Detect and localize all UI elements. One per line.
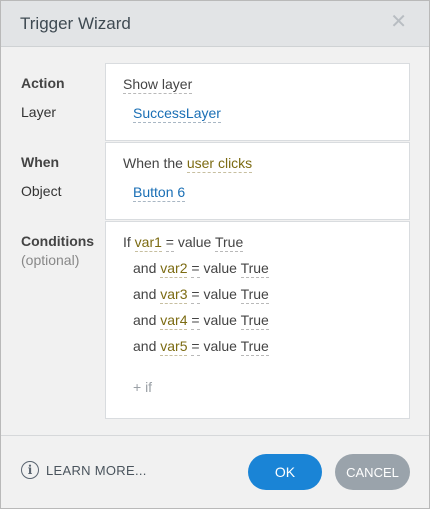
condition-row: and var3 = value True [133, 286, 269, 304]
conditions-label: Conditions [21, 233, 95, 249]
layer-select[interactable]: SuccessLayer [133, 105, 221, 123]
info-icon: i [21, 461, 39, 479]
condition-connector: and [133, 312, 157, 328]
cancel-button[interactable]: CANCEL [335, 454, 410, 490]
condition-value-keyword: value [203, 338, 237, 354]
condition-value-keyword: value [177, 234, 212, 250]
condition-operator[interactable]: = [165, 234, 174, 252]
condition-connector: and [133, 286, 157, 302]
condition-value-keyword: value [203, 312, 237, 328]
add-condition-button[interactable]: + if [133, 379, 152, 395]
conditions-box: If var1 = value True and var2 = value Tr… [105, 221, 410, 419]
action-label: Action [21, 75, 65, 91]
condition-connector: and [133, 260, 157, 276]
condition-connector: If [123, 234, 131, 250]
object-label: Object [21, 183, 62, 199]
action-select[interactable]: Show layer [123, 76, 193, 94]
action-box: Show layer SuccessLayer [105, 63, 410, 141]
condition-operator[interactable]: = [191, 338, 200, 356]
title-bar: Trigger Wizard ✕ [1, 1, 429, 47]
condition-variable[interactable]: var4 [160, 312, 188, 330]
when-prefix: When the [123, 155, 183, 171]
object-select[interactable]: Button 6 [133, 184, 186, 202]
dialog-title: Trigger Wizard [20, 14, 131, 33]
when-label: When [21, 154, 60, 170]
condition-value-keyword: value [203, 286, 237, 302]
condition-value[interactable]: True [240, 286, 269, 304]
condition-value[interactable]: True [240, 312, 269, 330]
condition-row: If var1 = value True [123, 234, 244, 252]
condition-variable[interactable]: var1 [134, 234, 162, 252]
condition-operator[interactable]: = [191, 260, 200, 278]
condition-value[interactable]: True [240, 260, 269, 278]
conditions-hint: (optional) [21, 252, 80, 268]
condition-row: and var4 = value True [133, 312, 269, 330]
layer-label: Layer [21, 104, 57, 120]
event-select[interactable]: user clicks [186, 155, 253, 173]
learn-more-link[interactable]: i LEARN MORE... [21, 461, 147, 479]
condition-operator[interactable]: = [191, 312, 200, 330]
condition-variable[interactable]: var2 [160, 260, 188, 278]
close-icon[interactable]: ✕ [390, 12, 407, 32]
learn-more-label: LEARN MORE... [46, 462, 147, 478]
condition-connector: and [133, 338, 157, 354]
trigger-wizard-dialog: Trigger Wizard ✕ Action Layer Show layer… [0, 0, 430, 509]
condition-operator[interactable]: = [191, 286, 200, 304]
condition-value[interactable]: True [214, 234, 244, 252]
footer-divider [1, 435, 429, 436]
condition-variable[interactable]: var3 [160, 286, 188, 304]
condition-row: and var5 = value True [133, 338, 269, 356]
condition-variable[interactable]: var5 [160, 338, 188, 356]
condition-value-keyword: value [203, 260, 237, 276]
condition-value[interactable]: True [240, 338, 269, 356]
condition-row: and var2 = value True [133, 260, 269, 278]
ok-button[interactable]: OK [248, 454, 322, 490]
when-box: When the user clicks Button 6 [105, 142, 410, 220]
